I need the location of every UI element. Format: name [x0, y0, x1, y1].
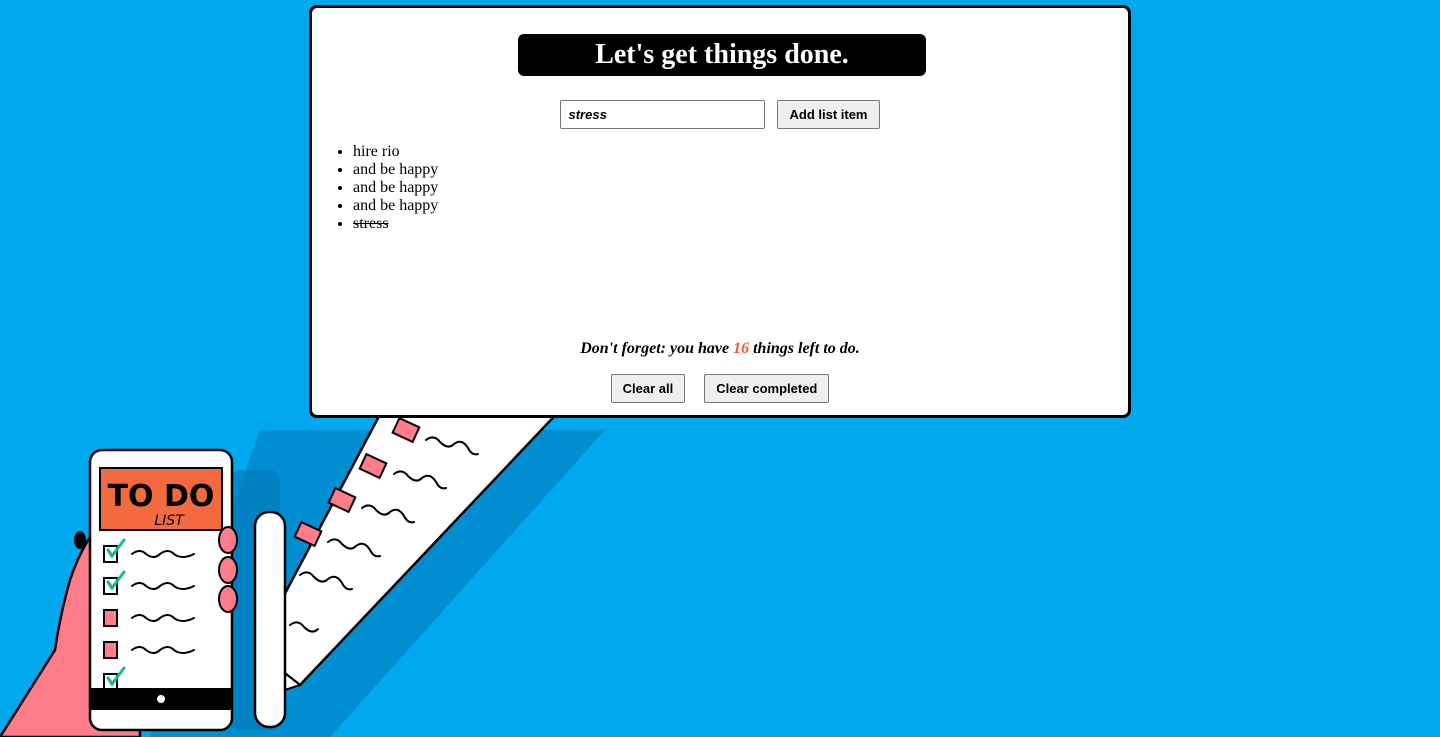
svg-text:LIST: LIST	[154, 513, 185, 529]
todo-card: Let's get things done. Add list item hir…	[309, 5, 1131, 418]
clear-completed-button[interactable]: Clear completed	[704, 374, 830, 403]
svg-text:TO DO: TO DO	[108, 479, 215, 514]
new-item-input[interactable]	[560, 100, 766, 129]
todo-item[interactable]: and be happy	[353, 197, 438, 215]
todo-list: hire rio and be happy and be happy and b…	[312, 143, 438, 233]
add-list-item-button[interactable]: Add list item	[777, 100, 880, 129]
list-actions: Clear all Clear completed	[312, 374, 1128, 403]
reminder-suffix: things left to do.	[753, 340, 860, 357]
todo-item[interactable]: and be happy	[353, 161, 438, 179]
add-item-form: Add list item	[312, 100, 1128, 129]
todo-list-illustration: TO DO LIST	[0, 403, 605, 737]
todo-item[interactable]: and be happy	[353, 179, 438, 197]
remaining-reminder: Don't forget: you have 16 things left to…	[312, 340, 1128, 358]
page-title: Let's get things done.	[595, 39, 849, 70]
todo-item-completed[interactable]: stress	[353, 215, 438, 233]
title-banner: Let's get things done.	[518, 34, 926, 76]
remaining-count: 16	[733, 340, 750, 357]
reminder-prefix: Don't forget: you have	[580, 340, 730, 357]
todo-item[interactable]: hire rio	[353, 143, 438, 161]
clear-all-button[interactable]: Clear all	[610, 374, 686, 403]
